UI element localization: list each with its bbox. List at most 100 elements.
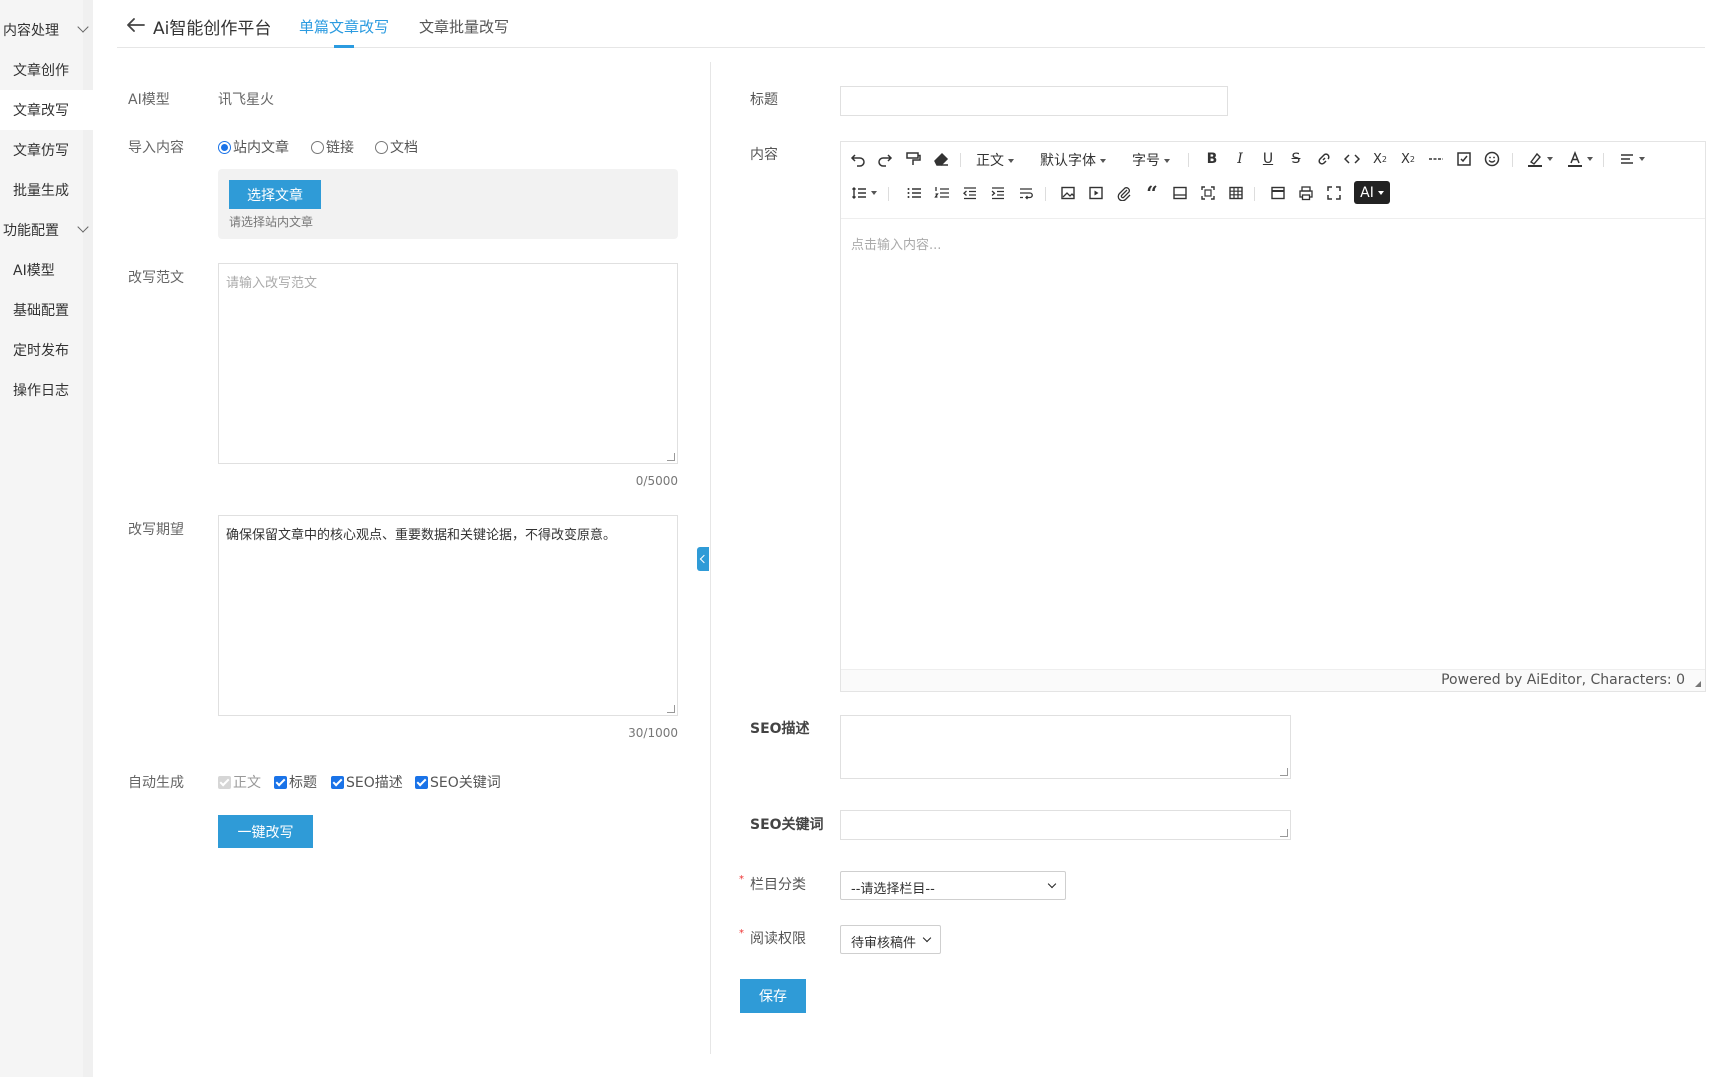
- radio-document[interactable]: 文档: [375, 137, 418, 157]
- attachment-icon[interactable]: [1115, 184, 1133, 202]
- checkbox-seo-desc[interactable]: SEO描述: [331, 772, 403, 792]
- horizontal-rule-icon[interactable]: [1427, 150, 1445, 168]
- eraser-icon[interactable]: [932, 150, 950, 168]
- radio-icon: [375, 140, 388, 154]
- resize-grip-icon[interactable]: [1695, 681, 1701, 687]
- caret-down-icon: [1639, 157, 1645, 161]
- code-icon[interactable]: [1343, 150, 1361, 168]
- page-break-icon[interactable]: [1269, 184, 1287, 202]
- superscript-icon[interactable]: X2: [1399, 150, 1417, 168]
- ai-assistant-button[interactable]: AI: [1354, 181, 1390, 204]
- toolbar-separator: [1045, 187, 1046, 201]
- print-icon[interactable]: [1297, 184, 1315, 202]
- select-article-button[interactable]: 选择文章: [229, 180, 321, 209]
- dropdown-label: 正文: [976, 153, 1004, 169]
- sidebar-item-operation-log[interactable]: 操作日志: [0, 370, 93, 410]
- permission-select[interactable]: 待审核稿件: [840, 925, 941, 954]
- bullet-list-icon[interactable]: [905, 184, 923, 202]
- auto-generate-label: 自动生成: [128, 775, 184, 791]
- tab-single-rewrite[interactable]: 单篇文章改写: [299, 16, 389, 37]
- resize-handle-icon[interactable]: [667, 705, 675, 713]
- table-icon[interactable]: [1227, 184, 1245, 202]
- radio-site-article[interactable]: 站内文章: [218, 137, 289, 157]
- undo-icon[interactable]: [849, 150, 867, 168]
- strikethrough-icon[interactable]: S: [1287, 150, 1305, 168]
- sidebar-group-config[interactable]: 功能配置: [0, 210, 93, 250]
- sidebar-item-batch-generate[interactable]: 批量生成: [0, 170, 93, 210]
- sidebar-item-label: 基础配置: [13, 303, 69, 319]
- content-label: 内容: [750, 147, 778, 163]
- sample-placeholder: 请输入改写范文: [226, 276, 318, 291]
- sidebar-item-scheduled-publish[interactable]: 定时发布: [0, 330, 93, 370]
- text-wrap-icon[interactable]: [1017, 184, 1035, 202]
- container-icon[interactable]: [1199, 184, 1217, 202]
- highlight-color-icon[interactable]: [1525, 150, 1555, 168]
- sidebar-item-article-imitate[interactable]: 文章仿写: [0, 130, 93, 170]
- image-icon[interactable]: [1059, 184, 1077, 202]
- checkbox-title[interactable]: 标题: [274, 772, 317, 792]
- indent-icon[interactable]: [989, 184, 1007, 202]
- back-arrow-icon[interactable]: [126, 17, 146, 33]
- expectation-counter: 30/1000: [628, 726, 678, 740]
- checkbox-seo-keywords[interactable]: SEO关键词: [415, 772, 501, 792]
- underline-icon[interactable]: U: [1259, 150, 1277, 168]
- caret-down-icon: [1587, 157, 1593, 161]
- bold-icon[interactable]: B: [1203, 150, 1221, 168]
- sidebar-group-label: 内容处理: [3, 23, 59, 39]
- video-icon[interactable]: [1087, 184, 1105, 202]
- caret-down-icon: [1008, 159, 1014, 163]
- sidebar-group-content[interactable]: 内容处理: [0, 10, 93, 50]
- seo-keywords-textarea[interactable]: [840, 810, 1291, 840]
- font-color-icon[interactable]: [1565, 150, 1595, 168]
- expectation-textarea[interactable]: 确保保留文章中的核心观点、重要数据和关键论据，不得改变原意。: [218, 515, 678, 716]
- rich-text-editor: 正文 默认字体 字号 B I U S X2 X2 “ AI 点击输入内容... …: [840, 141, 1706, 692]
- todo-checkbox-icon[interactable]: [1455, 150, 1473, 168]
- toolbar-separator: [888, 187, 889, 201]
- sidebar-item-ai-model[interactable]: AI模型: [0, 250, 93, 290]
- tab-batch-rewrite[interactable]: 文章批量改写: [419, 16, 509, 37]
- editor-content-area[interactable]: [841, 218, 1705, 670]
- radio-label: 文档: [390, 140, 418, 156]
- radio-link[interactable]: 链接: [311, 137, 354, 157]
- chevron-down-icon: [922, 933, 932, 943]
- outdent-icon[interactable]: [961, 184, 979, 202]
- rewrite-button[interactable]: 一键改写: [218, 815, 313, 848]
- sidebar-group-label: 功能配置: [3, 223, 59, 239]
- sidebar-item-article-create[interactable]: 文章创作: [0, 50, 93, 90]
- align-icon[interactable]: [1617, 150, 1647, 168]
- sidebar-item-label: 批量生成: [13, 183, 69, 199]
- seo-description-textarea[interactable]: [840, 715, 1291, 779]
- subscript-icon[interactable]: X2: [1371, 150, 1389, 168]
- chevron-down-icon: [77, 21, 89, 33]
- sidebar-item-article-rewrite[interactable]: 文章改写: [0, 90, 93, 130]
- resize-handle-icon[interactable]: [667, 453, 675, 461]
- italic-icon[interactable]: I: [1231, 150, 1249, 168]
- editor-character-count: Powered by AiEditor, Characters: 0: [1441, 672, 1685, 688]
- sample-textarea[interactable]: 请输入改写范文: [218, 263, 678, 464]
- resize-handle-icon[interactable]: [1280, 768, 1288, 776]
- title-input[interactable]: [840, 86, 1228, 116]
- link-icon[interactable]: [1315, 150, 1333, 168]
- app-title: Ai智能创作平台: [153, 19, 272, 39]
- quote-icon[interactable]: “: [1143, 181, 1161, 205]
- line-height-icon[interactable]: [849, 184, 879, 202]
- font-family-dropdown[interactable]: 默认字体: [1040, 150, 1106, 170]
- paragraph-dropdown[interactable]: 正文: [976, 150, 1014, 170]
- save-button[interactable]: 保存: [740, 979, 806, 1013]
- emoji-icon[interactable]: [1483, 150, 1501, 168]
- redo-icon[interactable]: [876, 150, 894, 168]
- category-select[interactable]: --请选择栏目--: [840, 871, 1066, 900]
- chevron-down-icon: [1047, 879, 1057, 889]
- format-painter-icon[interactable]: [904, 150, 922, 168]
- code-block-icon[interactable]: [1171, 184, 1189, 202]
- resize-handle-icon[interactable]: [1280, 829, 1288, 837]
- required-mark: *: [739, 928, 744, 939]
- fullscreen-icon[interactable]: [1325, 184, 1343, 202]
- editor-footer: Powered by AiEditor, Characters: 0: [841, 669, 1705, 691]
- sidebar-item-label: 文章仿写: [13, 143, 69, 159]
- collapse-toggle[interactable]: [697, 547, 709, 571]
- font-size-dropdown[interactable]: 字号: [1132, 150, 1170, 170]
- toolbar-separator: [1603, 153, 1604, 167]
- sidebar-item-basic-config[interactable]: 基础配置: [0, 290, 93, 330]
- ordered-list-icon[interactable]: [933, 184, 951, 202]
